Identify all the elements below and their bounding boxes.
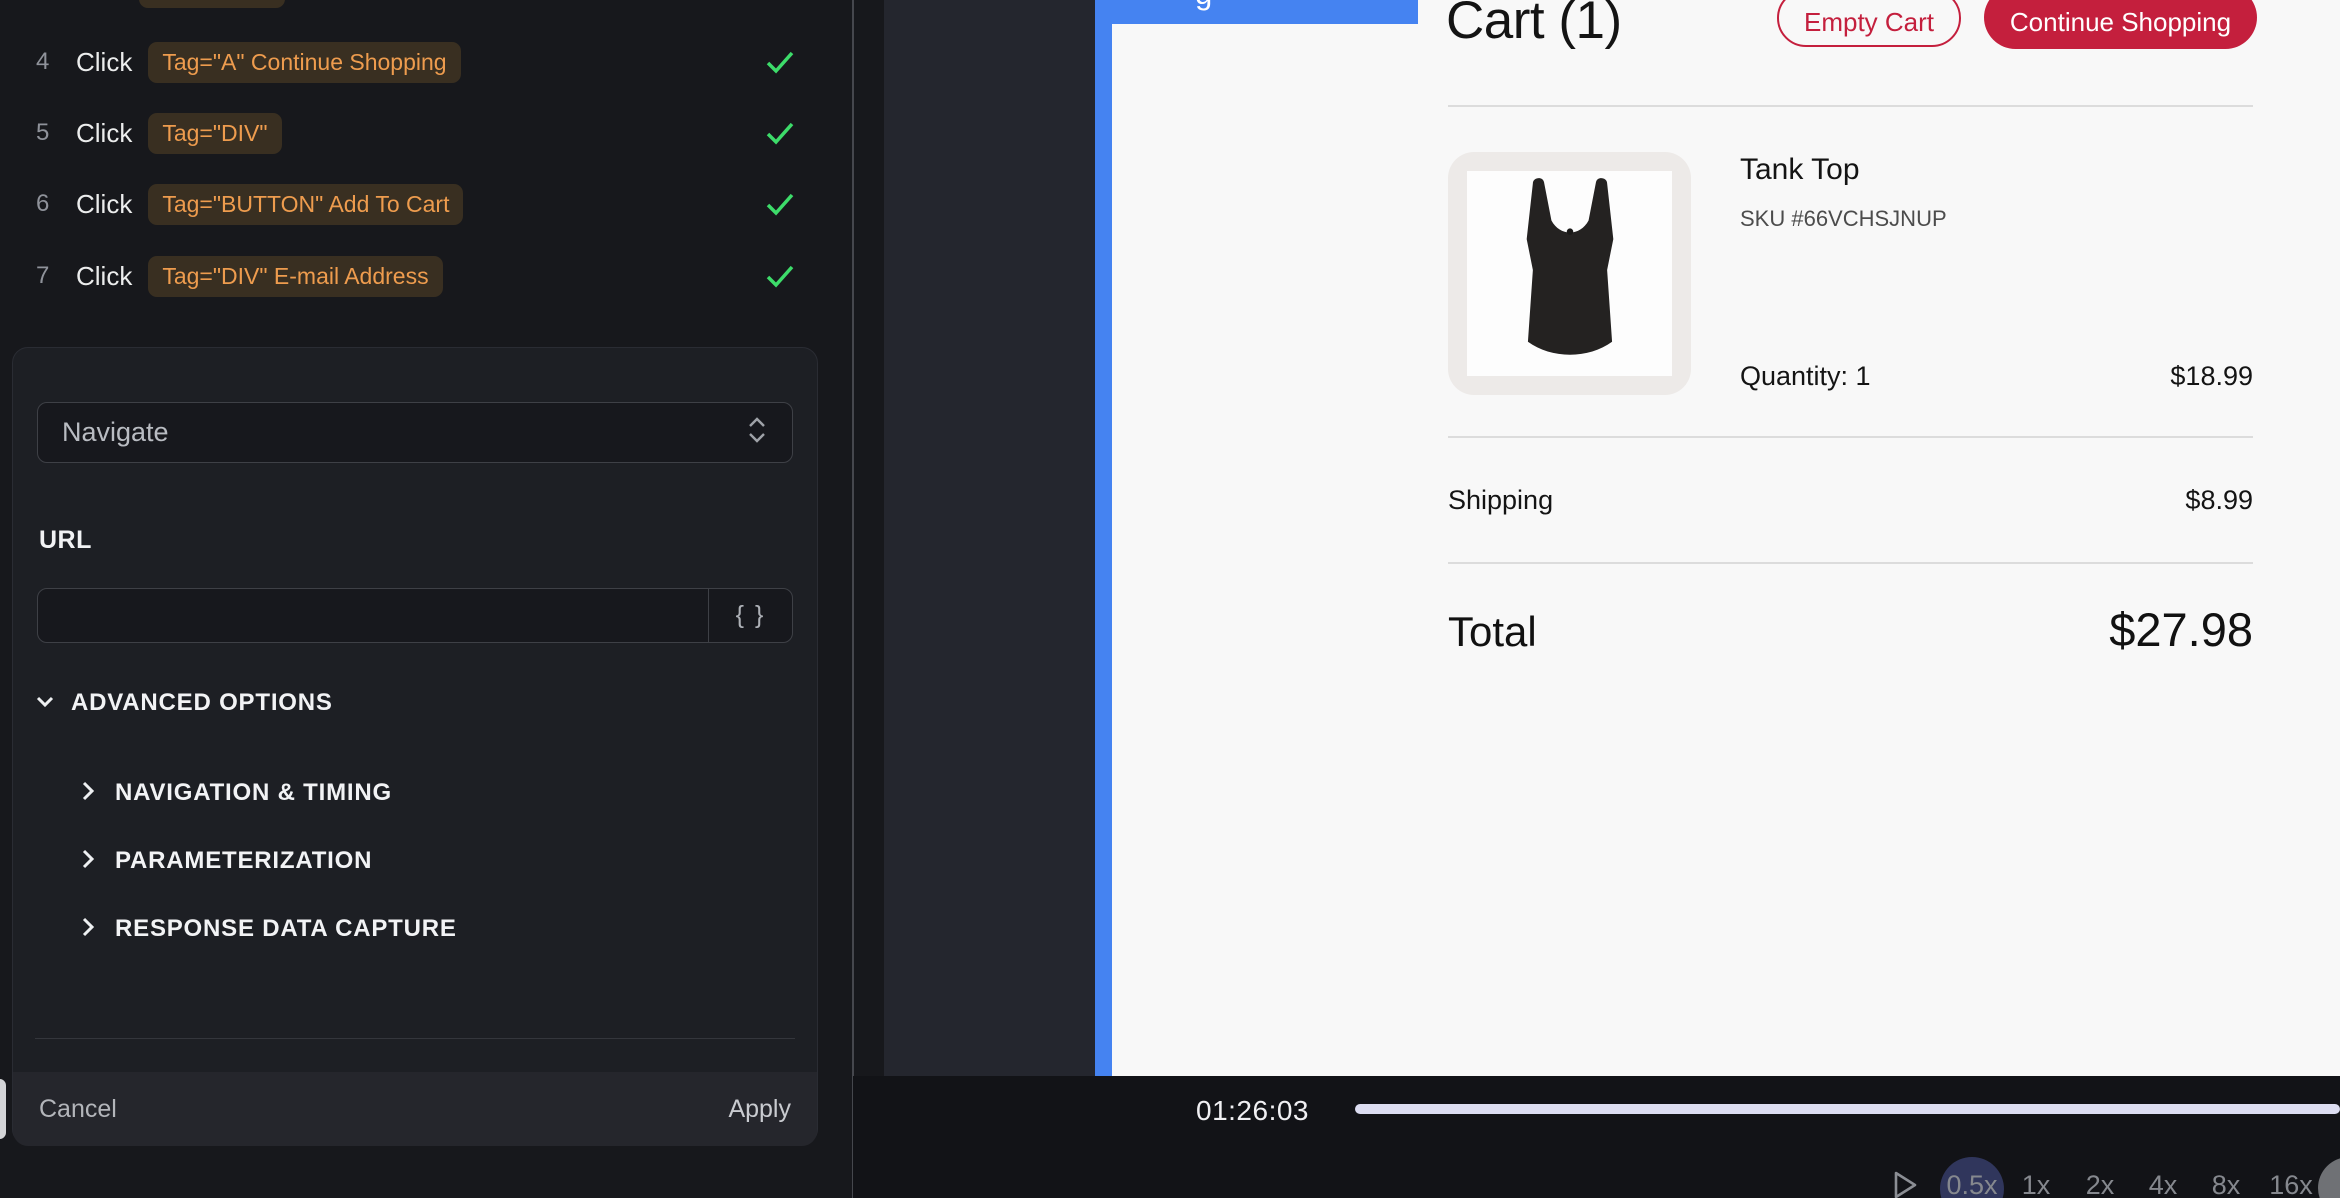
chevron-right-icon xyxy=(77,847,99,876)
play-icon xyxy=(1890,1170,1920,1198)
cart-page-preview: Cart (1) Empty Cart Continue Shopping Ta… xyxy=(1112,0,2340,1076)
player-bar: 01:26:03 0.5x 1x 2x 4x 8x 16x xyxy=(853,1076,2340,1198)
continue-shopping-button[interactable]: Continue Shopping xyxy=(1984,0,2257,49)
checkmark-icon xyxy=(762,41,798,83)
edge-handle-partial[interactable] xyxy=(0,1079,6,1139)
speed-button-8x[interactable]: 8x xyxy=(2192,1170,2260,1198)
url-input[interactable] xyxy=(38,589,708,642)
url-label: URL xyxy=(39,526,92,555)
header-divider xyxy=(1448,105,2253,107)
total-price: $27.98 xyxy=(2109,602,2253,657)
step-action-label: Click xyxy=(76,118,132,149)
row-divider xyxy=(1448,562,2253,564)
chevron-down-icon xyxy=(33,689,57,718)
playback-timestamp: 01:26:03 xyxy=(1196,1095,1309,1127)
product-name: Tank Top xyxy=(1740,153,1860,187)
seek-bar[interactable] xyxy=(1355,1104,2340,1114)
empty-cart-label: Empty Cart xyxy=(1804,7,1934,38)
row-divider xyxy=(1448,436,2253,438)
page-header-fragment: g xyxy=(1195,0,1212,12)
action-editor-panel: Navigate URL { } ADVANCED OPTIONS xyxy=(12,347,818,1145)
select-updown-chevron-icon xyxy=(746,415,768,450)
panel-footer: Cancel Apply xyxy=(13,1072,817,1146)
speed-button-0-5x[interactable]: 0.5x xyxy=(1935,1170,2009,1198)
braces-icon: { } xyxy=(736,601,766,630)
cancel-button[interactable]: Cancel xyxy=(39,1095,117,1124)
step-action-label: Click xyxy=(76,189,132,220)
total-label: Total xyxy=(1448,608,1537,656)
checkmark-icon xyxy=(762,255,798,297)
play-button[interactable] xyxy=(1890,1170,1924,1198)
step-number: 6 xyxy=(36,190,62,218)
step-action-label: Click xyxy=(76,47,132,78)
speed-button-1x[interactable]: 1x xyxy=(2002,1170,2070,1198)
app-root: g 4 Click Tag="A" Continue Shopping 5 Cl… xyxy=(0,0,2340,1198)
shipping-price: $8.99 xyxy=(2185,485,2253,516)
speed-button-2x[interactable]: 2x xyxy=(2066,1170,2134,1198)
section-navigation-timing[interactable]: NAVIGATION & TIMING xyxy=(77,776,392,810)
tank-top-image xyxy=(1495,171,1645,369)
sidebar-divider xyxy=(852,0,854,1198)
section-response-data-capture[interactable]: RESPONSE DATA CAPTURE xyxy=(77,912,457,946)
continue-shopping-label: Continue Shopping xyxy=(2010,7,2231,38)
action-type-select[interactable]: Navigate xyxy=(37,402,793,463)
step-selector-badge: Tag="BUTTON" Add To Cart xyxy=(148,184,463,225)
advanced-options-label: ADVANCED OPTIONS xyxy=(71,689,333,717)
page-left-accent-bar xyxy=(1095,0,1112,1076)
empty-cart-button[interactable]: Empty Cart xyxy=(1777,0,1961,47)
step-row[interactable]: 4 Click Tag="A" Continue Shopping xyxy=(36,41,461,83)
speed-button-4x[interactable]: 4x xyxy=(2129,1170,2197,1198)
chevron-right-icon xyxy=(77,915,99,944)
product-image xyxy=(1448,152,1691,395)
step-selector-badge: Tag="DIV" xyxy=(148,113,281,154)
section-label: PARAMETERIZATION xyxy=(115,847,372,875)
page-header-partial: g xyxy=(1095,0,1418,24)
checkmark-icon xyxy=(762,112,798,154)
step-action-label: Click xyxy=(76,261,132,292)
advanced-options-toggle[interactable]: ADVANCED OPTIONS xyxy=(33,686,333,720)
url-field-group: { } xyxy=(37,588,793,643)
product-quantity: Quantity: 1 xyxy=(1740,361,1871,392)
product-price: $18.99 xyxy=(2170,361,2253,392)
video-stage xyxy=(884,0,1095,1076)
step-number: 5 xyxy=(36,119,62,147)
panel-divider xyxy=(35,1038,795,1039)
step-number: 4 xyxy=(36,48,62,76)
section-label: RESPONSE DATA CAPTURE xyxy=(115,915,457,943)
step-number: 7 xyxy=(36,262,62,290)
chevron-right-icon xyxy=(77,779,99,808)
checkmark-icon xyxy=(762,183,798,225)
step-row[interactable]: 7 Click Tag="DIV" E-mail Address xyxy=(36,255,443,297)
section-label: NAVIGATION & TIMING xyxy=(115,779,392,807)
section-parameterization[interactable]: PARAMETERIZATION xyxy=(77,844,372,878)
cart-title: Cart (1) xyxy=(1446,0,1622,51)
shipping-label: Shipping xyxy=(1448,485,1553,516)
action-type-value: Navigate xyxy=(62,417,746,448)
insert-variable-button[interactable]: { } xyxy=(708,589,792,642)
speed-button-16x[interactable]: 16x xyxy=(2252,1170,2330,1198)
step-selector-badge-partial[interactable]: g xyxy=(139,0,285,8)
step-row[interactable]: 6 Click Tag="BUTTON" Add To Cart xyxy=(36,183,463,225)
product-sku: SKU #66VCHSJNUP xyxy=(1740,206,1947,232)
apply-button[interactable]: Apply xyxy=(728,1095,791,1124)
product-photo-background xyxy=(1467,171,1672,376)
step-row[interactable]: 5 Click Tag="DIV" xyxy=(36,112,282,154)
step-selector-badge: Tag="DIV" E-mail Address xyxy=(148,256,442,297)
step-selector-badge: Tag="A" Continue Shopping xyxy=(148,42,460,83)
